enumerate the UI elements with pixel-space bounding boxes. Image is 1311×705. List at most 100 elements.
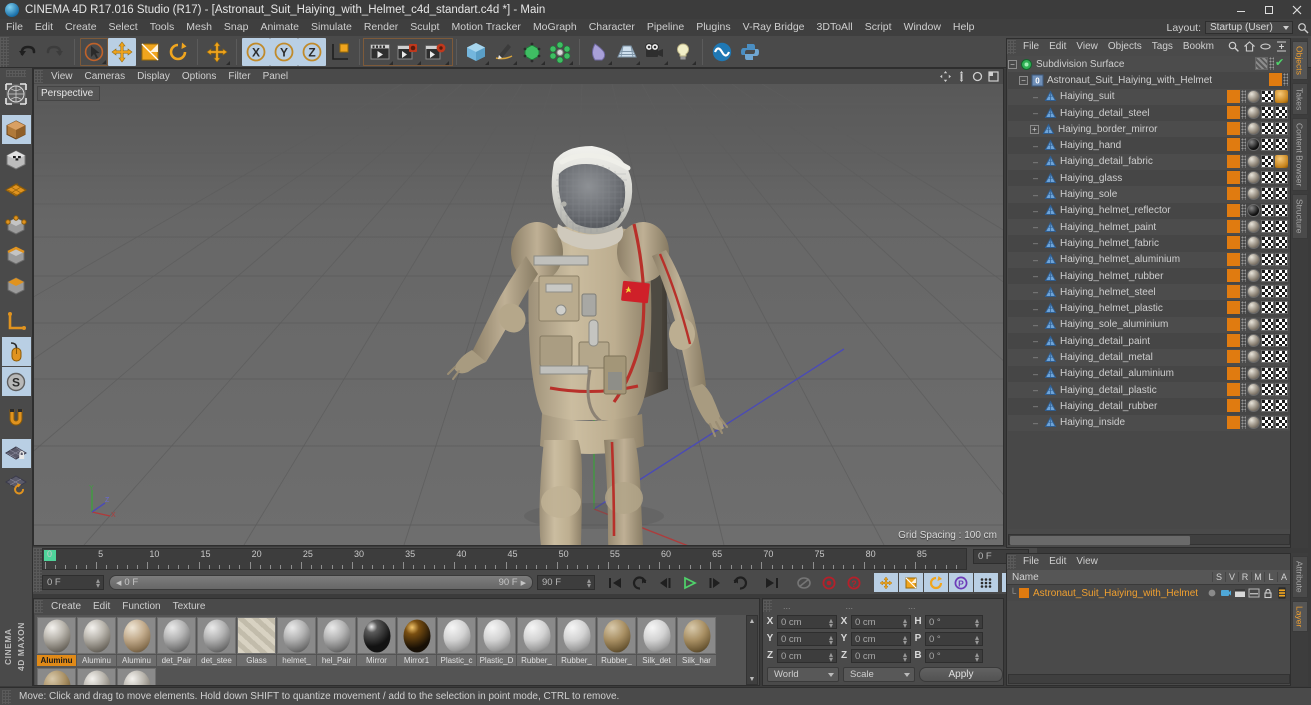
material-item[interactable]: Rubber_ xyxy=(557,617,596,667)
viewport-solo-icon[interactable] xyxy=(1,337,31,366)
material-list[interactable]: Aluminu Aluminu Aluminu det_Pair det_stee Gla… xyxy=(35,615,747,685)
uvw-tag-icon[interactable] xyxy=(1261,105,1274,119)
material-tag-icon[interactable] xyxy=(1247,415,1260,429)
size-field[interactable]: 0 cm ▴ ▾ xyxy=(851,648,911,663)
status-grip[interactable] xyxy=(2,689,11,704)
step-forward-icon[interactable] xyxy=(703,573,727,592)
go-to-start-icon[interactable] xyxy=(603,573,627,592)
layer-menu-view[interactable]: View xyxy=(1071,554,1103,570)
menu-item-character[interactable]: Character xyxy=(583,19,641,36)
go-to-end-icon[interactable] xyxy=(760,573,784,592)
uvw-tag-icon[interactable] xyxy=(1275,399,1288,413)
current-frame-field[interactable]: 0 F ▴ ▾ xyxy=(42,575,104,590)
viewport-menu-cameras[interactable]: Cameras xyxy=(79,69,132,84)
layer-tag[interactable] xyxy=(1227,252,1240,266)
soft-selection-icon[interactable]: S xyxy=(1,367,31,396)
object-row[interactable]: – Haiying_glass xyxy=(1008,170,1290,187)
viewport-menu-panel[interactable]: Panel xyxy=(257,69,295,84)
menu-item-script[interactable]: Script xyxy=(859,19,898,36)
uvw-tag-icon[interactable] xyxy=(1261,350,1274,364)
solo-icon[interactable] xyxy=(1206,587,1218,599)
play-icon[interactable] xyxy=(678,573,702,592)
layer-tag[interactable] xyxy=(1227,317,1240,331)
material-tag-icon[interactable] xyxy=(1247,366,1260,380)
layer-manager-hscroll[interactable] xyxy=(1008,674,1290,684)
uvw-tag-icon[interactable] xyxy=(1261,268,1274,282)
position-field[interactable]: 0 cm ▴ ▾ xyxy=(777,648,837,663)
object-row[interactable]: −0 Astronaut_Suit_Haiying_with_Helmet xyxy=(1008,72,1290,89)
tab-layer[interactable]: Layer xyxy=(1291,600,1308,632)
material-tag-icon[interactable] xyxy=(1247,89,1260,103)
material-grip[interactable] xyxy=(34,600,43,613)
object-row[interactable]: – Haiying_helmet_plastic xyxy=(1008,300,1290,317)
snap-magnet-icon[interactable] xyxy=(2,403,31,432)
uvw-tag-icon[interactable] xyxy=(1261,138,1274,152)
uvw-tag-icon[interactable] xyxy=(1275,334,1288,348)
uvw-tag-icon[interactable] xyxy=(1261,122,1274,136)
menu-item-window[interactable]: Window xyxy=(898,19,947,36)
uvw-tag-icon[interactable] xyxy=(1275,301,1288,315)
material-item[interactable]: hel_Pair xyxy=(317,617,356,667)
scale-view-icon[interactable] xyxy=(956,71,967,85)
object-row[interactable]: – Haiying_detail_fabric xyxy=(1008,153,1290,171)
display-tag[interactable] xyxy=(1255,57,1268,70)
next-key-icon[interactable] xyxy=(728,573,752,592)
previous-key-icon[interactable] xyxy=(628,573,652,592)
uvw-tag-icon[interactable] xyxy=(1275,187,1288,201)
move-view-icon[interactable] xyxy=(940,71,951,85)
material-tag-icon[interactable] xyxy=(1247,285,1260,299)
layer-color-swatch[interactable] xyxy=(1019,588,1029,598)
render-view-icon[interactable] xyxy=(366,38,394,66)
object-menu-objects[interactable]: Objects xyxy=(1103,39,1147,55)
layer-tag[interactable] xyxy=(1227,399,1240,413)
collapse-toggle[interactable]: − xyxy=(1019,75,1028,85)
uvw-tag-icon[interactable] xyxy=(1261,334,1274,348)
size-mode-dropdown[interactable]: Scale xyxy=(843,667,915,682)
rotate-view-icon[interactable] xyxy=(972,71,983,85)
layer-tag[interactable] xyxy=(1227,122,1240,136)
perspective-viewport[interactable]: Perspective Grid Spacing : 100 cm Y X Z xyxy=(34,84,1003,545)
uvw-tag-icon[interactable] xyxy=(1261,366,1274,380)
layer-tag[interactable] xyxy=(1227,285,1240,299)
scale-icon[interactable] xyxy=(136,38,164,66)
layout-select[interactable]: Startup (User) xyxy=(1205,21,1293,34)
menu-item-mesh[interactable]: Mesh xyxy=(180,19,218,36)
layer-tag[interactable] xyxy=(1227,334,1240,348)
uvw-tag-icon[interactable] xyxy=(1261,285,1274,299)
object-menu-edit[interactable]: Edit xyxy=(1044,39,1071,55)
material-item[interactable]: Aluminu xyxy=(37,617,76,667)
material-tag-icon[interactable] xyxy=(1247,399,1260,413)
timeline-ruler[interactable]: 051015202530354045505560657075808590 xyxy=(42,548,967,570)
menu-item-mograph[interactable]: MoGraph xyxy=(527,19,583,36)
material-tag-icon[interactable] xyxy=(1247,301,1260,315)
menu-item-file[interactable]: File xyxy=(0,19,29,36)
layer-menu-file[interactable]: File xyxy=(1018,554,1044,570)
world-object-coord-icon[interactable] xyxy=(326,38,354,66)
material-item[interactable]: det_stee xyxy=(197,617,236,667)
uvw-tag-icon[interactable] xyxy=(1261,171,1274,185)
object-row[interactable]: – Haiying_detail_metal xyxy=(1008,349,1290,366)
uvw-tag-icon[interactable] xyxy=(1261,301,1274,315)
material-item[interactable]: Aluminu xyxy=(117,617,156,667)
uvw-tag-icon[interactable] xyxy=(1275,268,1288,282)
scroll-down-icon[interactable]: ▼ xyxy=(747,674,757,684)
search-icon[interactable] xyxy=(1228,41,1239,55)
menu-item-motion-tracker[interactable]: Motion Tracker xyxy=(445,19,526,36)
material-tag-icon[interactable] xyxy=(1247,334,1260,348)
layer-tag[interactable] xyxy=(1227,203,1240,217)
size-field[interactable]: 0 cm ▴ ▾ xyxy=(851,631,911,646)
uvw-tag-icon[interactable] xyxy=(1275,366,1288,380)
material-scrollbar[interactable]: ▲ ▼ xyxy=(746,615,758,685)
material-tag-icon[interactable] xyxy=(1247,138,1260,152)
playback-mode-icon[interactable] xyxy=(792,573,816,592)
object-row[interactable]: – Haiying_helmet_rubber xyxy=(1008,267,1290,285)
tab-structure[interactable]: Structure xyxy=(1291,194,1308,239)
maximize-view-icon[interactable] xyxy=(988,71,999,85)
search-icon[interactable] xyxy=(1297,22,1309,34)
object-row[interactable]: – Haiying_helmet_paint xyxy=(1008,218,1290,236)
python-icon[interactable] xyxy=(736,38,764,66)
menu-item-tools[interactable]: Tools xyxy=(144,19,181,36)
material-item[interactable]: Mirror1 xyxy=(397,617,436,667)
object-row[interactable]: + Haiying_border_mirror xyxy=(1008,121,1290,138)
preview-range-slider[interactable]: ◀ 0 F 90 F ▶ xyxy=(109,575,533,590)
